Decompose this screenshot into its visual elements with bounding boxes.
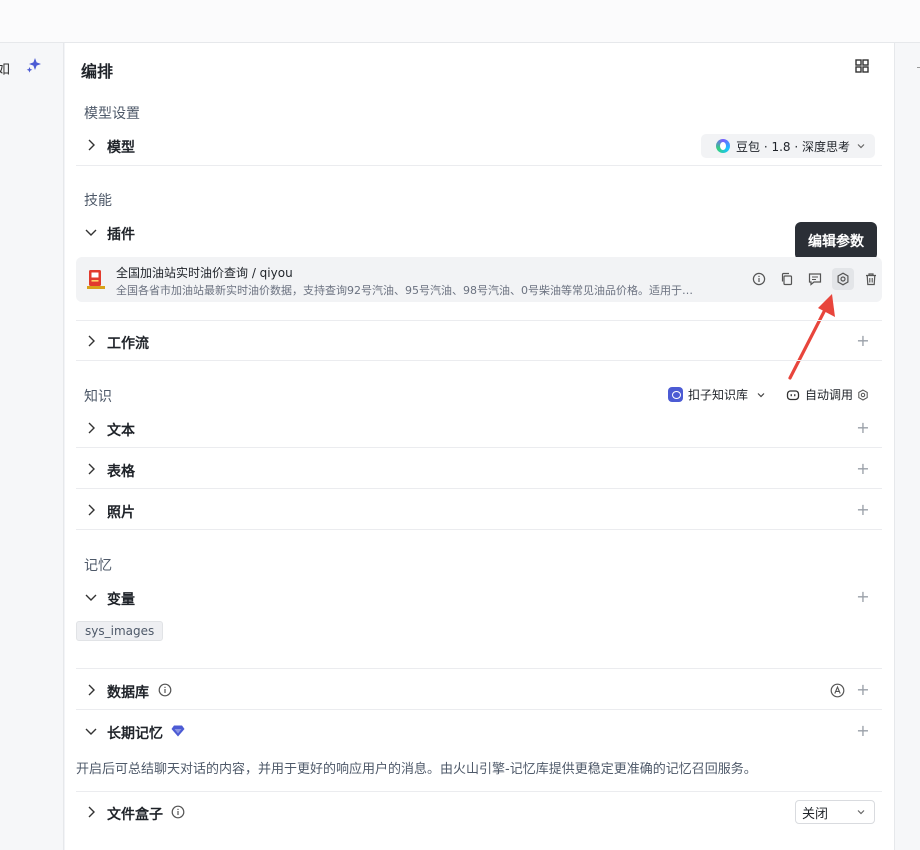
gas-station-icon xyxy=(87,270,105,289)
panel-title: 编排 xyxy=(81,62,114,81)
chevron-right-icon[interactable] xyxy=(84,503,98,517)
right-sidebar xyxy=(894,43,920,850)
section-memory: 记忆 xyxy=(84,558,112,574)
auto-call-label: 自动调用 xyxy=(805,388,854,402)
chevron-down-icon[interactable] xyxy=(84,225,98,239)
knowledge-base-icon xyxy=(668,387,683,402)
variable-tag[interactable]: sys_images xyxy=(76,621,164,641)
chevron-down-icon xyxy=(857,144,865,149)
add-text-button[interactable]: + xyxy=(856,420,870,436)
file-box-select[interactable]: 关闭 xyxy=(795,800,875,824)
section-knowledge: 知识 xyxy=(84,389,112,405)
long-memory-note: 开启后可总结聊天对话的内容，并用于更好的响应用户的消息。由火山引擎-记忆库提供更… xyxy=(76,762,757,777)
chevron-right-icon[interactable] xyxy=(84,334,98,348)
edit-params-button[interactable] xyxy=(832,268,854,290)
info-icon[interactable] xyxy=(158,683,172,697)
left-sidebar: 如 xyxy=(0,43,64,850)
chevron-right-icon[interactable] xyxy=(84,805,98,819)
variables-row-label[interactable]: 变量 xyxy=(107,589,135,609)
chevron-right-icon[interactable] xyxy=(84,421,98,435)
top-bar xyxy=(0,0,920,43)
copy-button[interactable] xyxy=(776,268,798,290)
chevron-down-icon[interactable] xyxy=(84,724,98,738)
section-model-settings: 模型设置 xyxy=(84,106,140,122)
robot-icon xyxy=(786,389,800,400)
add-workflow-button[interactable]: + xyxy=(856,333,870,349)
plugins-row-label[interactable]: 插件 xyxy=(107,224,135,244)
delete-button[interactable] xyxy=(860,268,882,290)
gear-icon[interactable] xyxy=(857,388,869,401)
copy-icon xyxy=(781,272,793,286)
plugin-card[interactable]: 全国加油站实时油价查询 / qiyou 全国各省市加油站最新实时油价数据，支持查… xyxy=(76,257,882,302)
prompt-button[interactable] xyxy=(804,268,826,290)
kb-selector-label: 扣子知识库 xyxy=(688,388,749,402)
text-row-label[interactable]: 文本 xyxy=(107,420,135,440)
workflow-row-label[interactable]: 工作流 xyxy=(107,333,149,353)
info-icon[interactable] xyxy=(171,805,185,819)
add-database-button[interactable]: + xyxy=(856,682,870,698)
model-row-label[interactable]: 模型 xyxy=(107,137,135,157)
chevron-down-icon xyxy=(757,392,765,397)
add-photo-button[interactable]: + xyxy=(856,502,870,518)
section-skills: 技能 xyxy=(84,193,112,209)
auto-mode-icon[interactable] xyxy=(830,683,845,698)
message-edit-icon xyxy=(808,273,822,286)
auto-call-setting[interactable]: 自动调用 xyxy=(786,386,869,403)
file-box-row-label[interactable]: 文件盒子 xyxy=(107,804,163,824)
diamond-icon xyxy=(171,725,185,737)
chevron-right-icon[interactable] xyxy=(84,683,98,697)
add-long-memory-button[interactable]: + xyxy=(856,723,870,739)
file-box-select-value: 关闭 xyxy=(802,806,829,822)
long-memory-row-label[interactable]: 长期记忆 xyxy=(107,723,163,743)
chevron-down-icon xyxy=(857,810,865,815)
plugin-description: 全国各省市加油站最新实时油价数据，支持查询92号汽油、95号汽油、98号汽油、0… xyxy=(116,284,693,297)
model-selector-value: 豆包 · 1.8 · 深度思考 xyxy=(736,139,850,154)
table-row-label[interactable]: 表格 xyxy=(107,461,135,481)
gear-icon xyxy=(837,272,849,286)
grid-icon[interactable] xyxy=(855,59,869,73)
add-variable-button[interactable]: + xyxy=(856,589,870,605)
chevron-right-icon[interactable] xyxy=(84,462,98,476)
doubao-logo-icon xyxy=(716,139,730,153)
model-selector[interactable]: 豆包 · 1.8 · 深度思考 xyxy=(701,134,875,158)
add-table-button[interactable]: + xyxy=(856,461,870,477)
edit-params-tooltip: 编辑参数 xyxy=(795,222,877,265)
plugin-name: 全国加油站实时油价查询 / qiyou xyxy=(116,266,293,280)
sparkle-icon[interactable] xyxy=(26,57,42,73)
partial-label: 如 xyxy=(0,62,10,78)
photo-row-label[interactable]: 照片 xyxy=(107,502,135,522)
chevron-down-icon[interactable] xyxy=(84,590,98,604)
info-button[interactable] xyxy=(748,268,770,290)
info-icon xyxy=(752,272,766,286)
trash-icon xyxy=(866,273,876,286)
kb-selector[interactable]: 扣子知识库 xyxy=(668,386,766,403)
database-row-label[interactable]: 数据库 xyxy=(107,682,149,702)
annotation-arrow xyxy=(788,294,835,380)
arrange-panel: 编排 模型设置 模型 豆包 · 1.8 · 深度思考 技能 插件 编辑参数 全国… xyxy=(65,43,894,850)
chevron-right-icon[interactable] xyxy=(84,138,98,152)
